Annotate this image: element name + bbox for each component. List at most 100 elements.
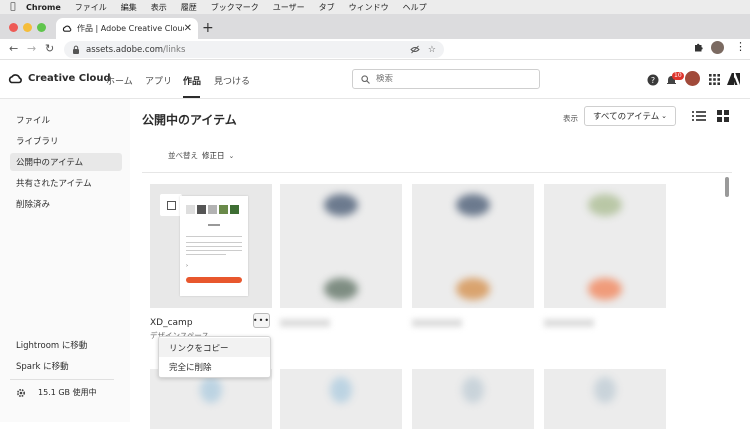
chrome-menu-icon[interactable]: ⋮ (735, 40, 746, 53)
blurred-thumbnail (200, 377, 222, 403)
content-divider (142, 172, 732, 173)
blurred-thumbnail (330, 377, 352, 403)
menu-window[interactable]: ウィンドウ (349, 2, 389, 13)
creative-cloud-favicon-icon (62, 25, 72, 32)
url-text: assets.adobe.com/links (86, 45, 402, 55)
menu-item-label: 完全に削除 (169, 362, 212, 373)
tab-close-icon[interactable]: ✕ (184, 23, 192, 34)
scrollbar-thumb[interactable] (725, 177, 729, 197)
storage-status[interactable]: 15.1 GB 使用中 (16, 387, 97, 398)
new-tab-icon[interactable]: + (202, 20, 214, 36)
creative-cloud-logo-icon (8, 74, 22, 84)
view-label: 表示 (563, 114, 578, 123)
artboard-line (186, 242, 242, 243)
menu-app-name[interactable]: Chrome (26, 3, 61, 12)
blurred-card[interactable] (544, 184, 666, 308)
chevron-down-icon: ⌄ (661, 112, 667, 120)
more-options-button[interactable]: ••• (253, 313, 270, 328)
window-zoom-button[interactable] (37, 23, 46, 32)
artboard-arrow-icon: › (186, 263, 188, 269)
menu-help[interactable]: ヘルプ (403, 2, 427, 13)
scrollbar-track[interactable] (724, 175, 730, 413)
brand-name: Creative Cloud (28, 73, 111, 84)
user-avatar[interactable] (685, 71, 700, 86)
sidebar: ファイル ライブラリ 公開中のアイテム 共有されたアイテム 削除済み Light… (0, 99, 130, 422)
sidebar-item-label: 公開中のアイテム (16, 158, 84, 168)
card-thumbnail[interactable]: › (150, 184, 272, 308)
active-nav-indicator (183, 96, 200, 98)
url-path: /links (163, 44, 186, 55)
nav-apps[interactable]: アプリ (145, 74, 172, 87)
reload-icon[interactable]: ↻ (45, 42, 54, 55)
menu-users[interactable]: ユーザー (273, 2, 305, 13)
menu-file[interactable]: ファイル (75, 2, 107, 13)
artboard-line (186, 246, 242, 247)
blurred-thumbnail (588, 278, 622, 300)
sidebar-item-label: 削除済み (16, 200, 51, 210)
apps-grid-icon[interactable] (709, 74, 720, 85)
address-bar[interactable]: assets.adobe.com/links ☆ (64, 41, 444, 58)
blurred-card[interactable] (150, 369, 272, 429)
cc-header: Creative Cloud ホーム アプリ 作品 見つける ? 10 (0, 61, 750, 99)
nav-home[interactable]: ホーム (106, 74, 133, 87)
blurred-card[interactable] (544, 369, 666, 429)
swatch (219, 205, 228, 214)
blurred-card[interactable] (280, 369, 402, 429)
sort-control[interactable]: 並べ替え 修正日 ⌄ (168, 150, 234, 161)
forward-arrow-icon[interactable]: → (27, 42, 36, 55)
artboard-heading (208, 224, 220, 226)
browser-tab[interactable]: 作品 | Adobe Creative Cloud ✕ (56, 18, 198, 39)
list-view-icon[interactable] (692, 110, 706, 122)
sidebar-item-deleted[interactable]: 削除済み (10, 195, 122, 213)
sidebar-divider (10, 379, 114, 380)
blurred-thumbnail (324, 194, 358, 216)
svg-text:?: ? (651, 76, 655, 85)
menu-tab[interactable]: タブ (319, 2, 335, 13)
blurred-thumbnail (456, 194, 490, 216)
select-checkbox[interactable] (160, 194, 182, 216)
menu-edit[interactable]: 編集 (121, 2, 137, 13)
extensions-puzzle-icon[interactable] (693, 42, 704, 53)
back-arrow-icon[interactable]: ← (9, 42, 18, 55)
grid-view-icon[interactable] (716, 110, 730, 122)
menu-item-delete-permanently[interactable]: 完全に削除 (159, 357, 270, 376)
sidebar-item-label: ライブラリ (16, 137, 59, 147)
eye-slash-icon[interactable] (410, 45, 420, 54)
menu-history[interactable]: 履歴 (181, 2, 197, 13)
blurred-card[interactable] (412, 369, 534, 429)
search-box[interactable] (352, 69, 540, 89)
menu-item-copy-link[interactable]: リンクをコピー (159, 338, 270, 357)
nav-discover[interactable]: 見つける (214, 74, 250, 87)
sidebar-item-published[interactable]: 公開中のアイテム (10, 153, 122, 171)
window-minimize-button[interactable] (23, 23, 32, 32)
menu-bookmarks[interactable]: ブックマーク (211, 2, 259, 13)
context-menu: リンクをコピー 完全に削除 (158, 336, 271, 378)
search-icon (361, 74, 370, 84)
sidebar-item-libraries[interactable]: ライブラリ (10, 132, 122, 150)
nav-work[interactable]: 作品 (183, 74, 201, 87)
sort-value: 修正日 (202, 151, 225, 160)
blurred-card[interactable] (412, 184, 534, 308)
search-input[interactable] (376, 74, 526, 84)
bookmark-star-icon[interactable]: ☆ (428, 45, 436, 55)
blurred-card[interactable] (280, 184, 402, 308)
sidebar-link-spark[interactable]: Spark に移動 (10, 357, 122, 375)
blurred-caption (280, 319, 330, 327)
sidebar-item-label: 共有されたアイテム (16, 179, 92, 189)
sidebar-item-files[interactable]: ファイル (10, 111, 122, 129)
apple-icon[interactable]:  (0, 2, 26, 12)
swatch (186, 205, 195, 214)
adobe-logo-icon[interactable] (727, 73, 740, 85)
cc-logo[interactable]: Creative Cloud (8, 73, 111, 84)
profile-avatar-icon[interactable] (711, 41, 724, 54)
artboard-line (186, 250, 242, 251)
sidebar-link-lightroom[interactable]: Lightroom に移動 (10, 336, 122, 354)
window-close-button[interactable] (9, 23, 18, 32)
card-name[interactable]: XD_camp (150, 318, 193, 328)
view-filter-select[interactable]: すべてのアイテム ⌄ (584, 106, 676, 126)
help-icon[interactable]: ? (647, 74, 659, 86)
chevron-down-icon: ⌄ (228, 151, 235, 160)
tab-title: 作品 | Adobe Creative Cloud (77, 24, 184, 33)
sidebar-item-shared[interactable]: 共有されたアイテム (10, 174, 122, 192)
menu-view[interactable]: 表示 (151, 2, 167, 13)
